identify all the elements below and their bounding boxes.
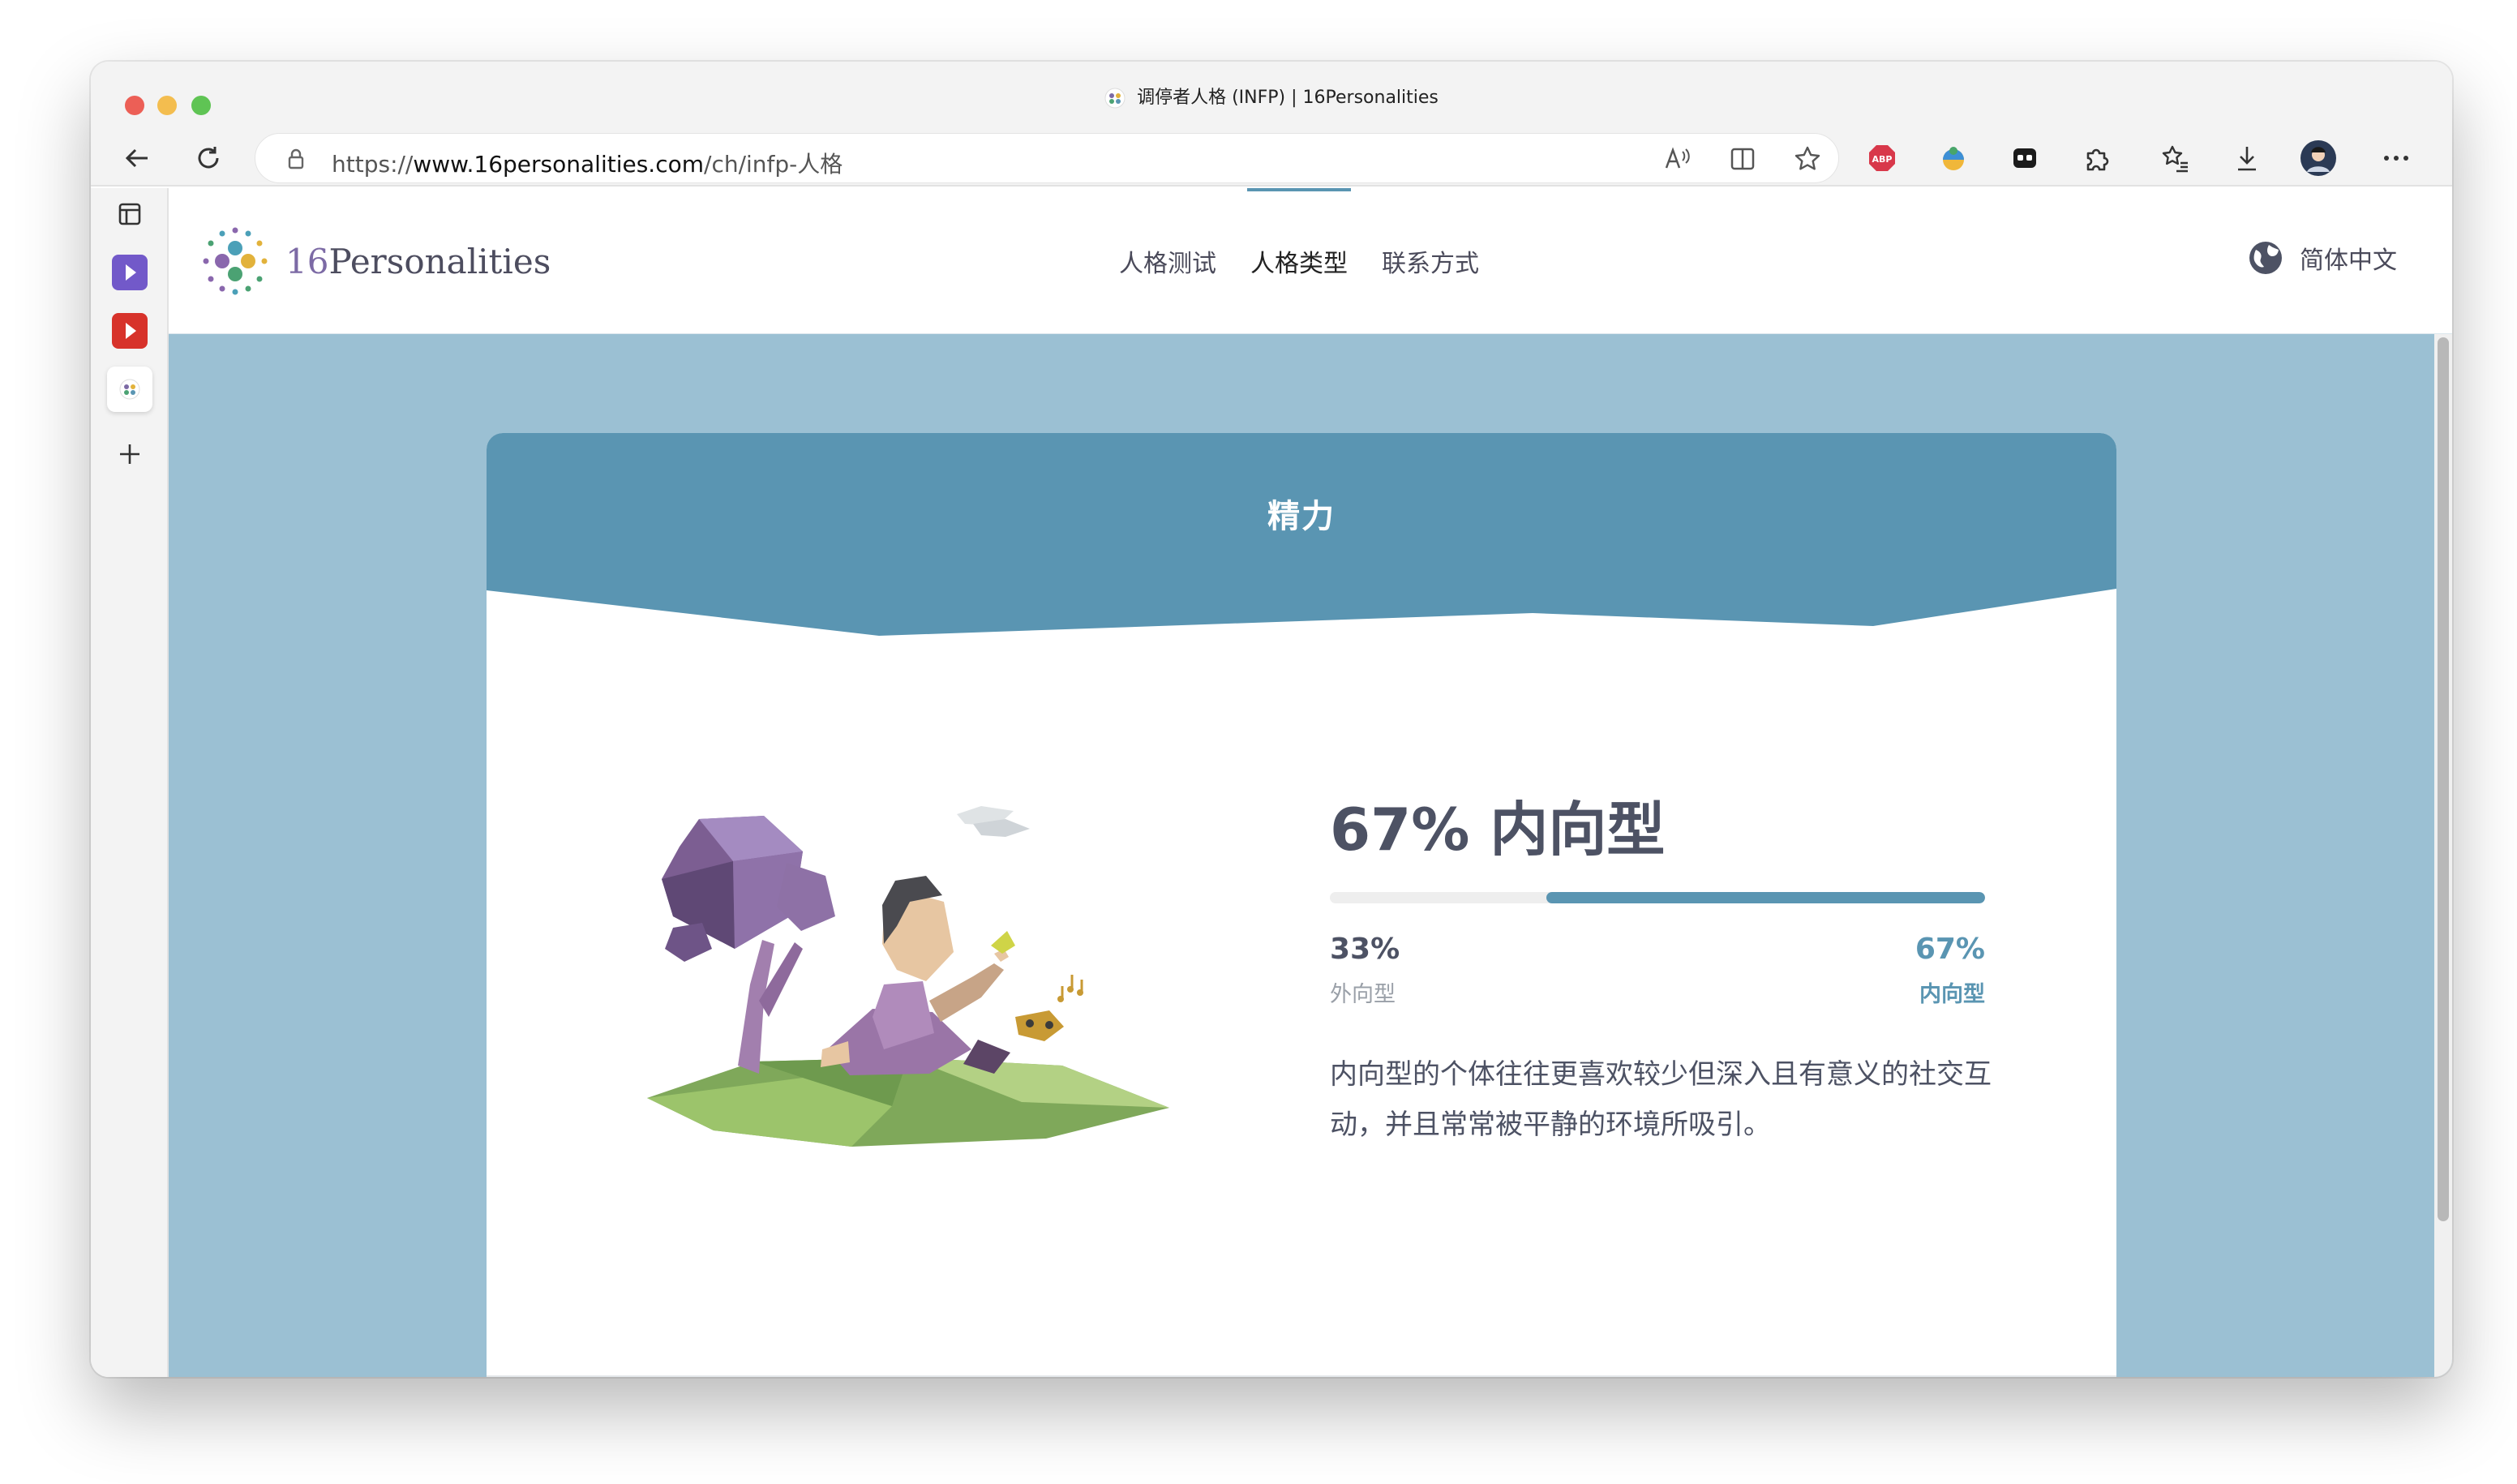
nav-personality-types[interactable]: 人格类型 <box>1247 188 1351 279</box>
url-text[interactable]: https://www.16personalities.com/ch/infp-… <box>332 147 843 179</box>
svg-text:ABP: ABP <box>1872 154 1893 165</box>
extension-icon[interactable] <box>2006 139 2043 177</box>
tab-title[interactable]: 调停者人格 (INFP) | 16Personalities <box>91 83 2452 109</box>
extravert-percent: 33% <box>1330 933 1400 966</box>
page-content: 16Personalities 人格测试 人格类型 联系方式 简体中文 精力 6… <box>169 188 2452 1377</box>
favorite-star-icon[interactable] <box>1790 141 1825 177</box>
sidebar-tab-video-icon[interactable] <box>107 250 152 295</box>
logo-word: Personalities <box>328 241 551 281</box>
introvert-percent: 67% <box>1915 933 1985 966</box>
tab-actions-icon[interactable] <box>107 191 152 237</box>
trait-card: 精力 67% 内向型 33% 67% 外向型 内向型 内向型的个体往往更喜欢较少… <box>487 433 2116 1377</box>
trait-progress-bar <box>1330 892 1985 903</box>
url-host: www.16personalities.com <box>413 151 705 178</box>
vertical-tabs-sidebar <box>91 188 169 1377</box>
site-header: 16Personalities 人格测试 人格类型 联系方式 简体中文 <box>169 188 2452 334</box>
more-icon[interactable] <box>2378 139 2415 177</box>
lock-icon <box>288 148 304 169</box>
logo-wordmark: 16Personalities <box>285 242 551 281</box>
browser-window: 调停者人格 (INFP) | 16Personalities https://w… <box>91 62 2452 1377</box>
reload-icon[interactable] <box>190 139 227 177</box>
card-banner <box>487 433 2116 636</box>
tab-title-text: 调停者人格 (INFP) | 16Personalities <box>1137 88 1439 108</box>
globe-icon <box>2249 242 2282 274</box>
download-icon[interactable] <box>2228 139 2266 177</box>
trait-progress-fill <box>1546 892 1985 903</box>
language-label: 简体中文 <box>2300 247 2397 275</box>
introvert-illustration <box>647 806 1169 1147</box>
main-nav: 人格测试 人格类型 联系方式 <box>1117 188 1481 279</box>
split-screen-icon[interactable] <box>1725 141 1760 177</box>
site-logo[interactable]: 16Personalities <box>198 221 551 302</box>
trait-heading: 67% 内向型 <box>1330 796 1666 864</box>
extravert-label: 外向型 <box>1330 982 1396 1007</box>
sidebar-tab-16personalities-icon[interactable] <box>107 367 152 412</box>
introvert-label: 内向型 <box>1919 982 1985 1007</box>
extension-icon[interactable] <box>1935 139 1972 177</box>
puzzle-icon[interactable] <box>2077 139 2115 177</box>
nav-contact[interactable]: 联系方式 <box>1380 243 1481 279</box>
title-bar: 调停者人格 (INFP) | 16Personalities <box>91 62 2452 130</box>
site-favicon-icon <box>1104 88 1126 109</box>
profile-avatar[interactable] <box>2300 139 2337 177</box>
language-selector[interactable]: 简体中文 <box>2248 240 2397 276</box>
logo-dots-icon <box>203 227 268 295</box>
card-title: 精力 <box>1267 498 1336 535</box>
card-divider <box>487 1375 2116 1377</box>
sidebar-tab-youtube-icon[interactable] <box>107 308 152 354</box>
read-aloud-icon[interactable] <box>1660 141 1696 177</box>
new-tab-plus-icon[interactable] <box>107 431 152 477</box>
nav-personality-test[interactable]: 人格测试 <box>1117 243 1218 279</box>
url-path: /ch/infp-人格 <box>704 151 843 178</box>
page-scrollbar[interactable] <box>2434 334 2452 1377</box>
adblock-icon[interactable]: ABP <box>1863 139 1901 177</box>
scrollbar-thumb[interactable] <box>2438 337 2449 1221</box>
logo-number: 16 <box>285 241 329 281</box>
browser-toolbar: https://www.16personalities.com/ch/infp-… <box>91 130 2452 187</box>
address-bar[interactable]: https://www.16personalities.com/ch/infp-… <box>255 133 1839 183</box>
favorites-icon[interactable] <box>2157 139 2194 177</box>
url-scheme: https:// <box>332 151 414 178</box>
back-arrow-icon[interactable] <box>118 139 156 177</box>
trait-description: 内向型的个体往往更喜欢较少但深入且有意义的社交互动，并且常常被平静的环境所吸引。 <box>1330 1058 1992 1141</box>
